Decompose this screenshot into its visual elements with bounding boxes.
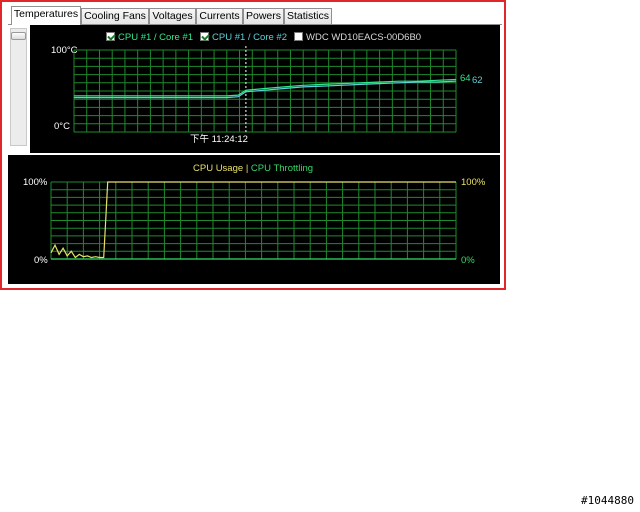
tab-temperatures[interactable]: Temperatures xyxy=(11,6,81,25)
tab-label: Voltages xyxy=(152,10,193,22)
temperature-chart: CPU #1 / Core #1 CPU #1 / Core #2 WDC WD… xyxy=(30,25,500,153)
tab-label: Temperatures xyxy=(13,8,79,20)
tab-powers[interactable]: Powers xyxy=(243,8,284,24)
series-line-cpu-usage xyxy=(50,181,456,259)
tab-voltages[interactable]: Voltages xyxy=(149,8,196,24)
watermark: #1044880 xyxy=(581,494,634,507)
tab-cooling-fans[interactable]: Cooling Fans xyxy=(81,8,149,24)
scrollbar-thumb[interactable] xyxy=(11,32,26,40)
tab-currents[interactable]: Currents xyxy=(196,8,243,24)
tab-label: Powers xyxy=(245,10,281,22)
tab-statistics[interactable]: Statistics xyxy=(284,8,332,24)
tab-label: Statistics xyxy=(286,10,329,22)
vertical-scrollbar[interactable] xyxy=(10,28,27,146)
cpu-chart: CPU Usage | CPU Throttling 100% 0% 100% … xyxy=(8,155,500,284)
tab-label: Currents xyxy=(199,10,240,22)
temperature-plot xyxy=(73,46,457,133)
tab-label: Cooling Fans xyxy=(84,10,146,22)
cpu-plot xyxy=(50,181,457,260)
